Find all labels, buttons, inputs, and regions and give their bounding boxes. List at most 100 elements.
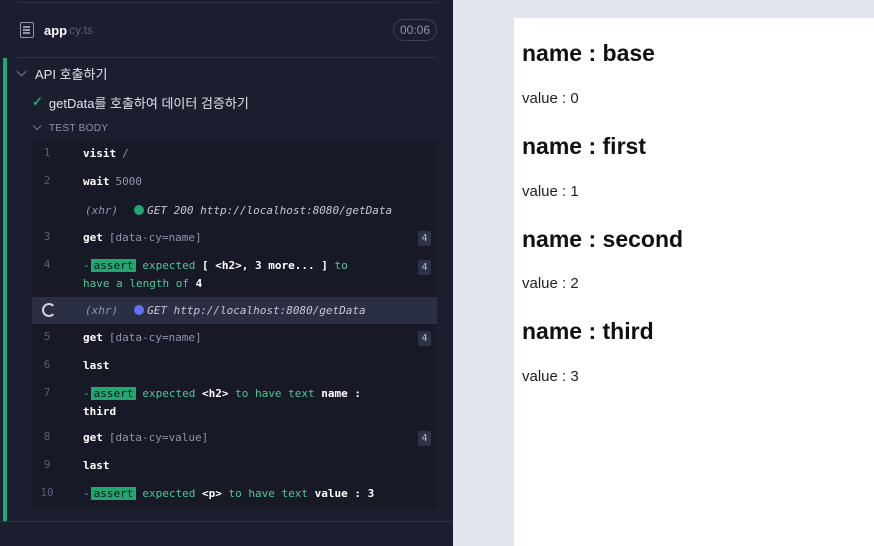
chevron-down-icon: [32, 121, 42, 131]
divider: [17, 57, 437, 58]
xhr-pending-row[interactable]: (xhr) GET http://localhost:8080/getData: [32, 297, 437, 324]
suite-title-row[interactable]: API 호출하기: [16, 62, 108, 84]
command-number: 7: [43, 386, 51, 399]
assert-text: expected: [142, 487, 196, 500]
assert-dash: -: [83, 259, 90, 272]
command-name: get: [83, 431, 103, 444]
element-count-badge: 4: [418, 331, 431, 346]
item-value: value : 1: [522, 183, 579, 200]
status-dot-icon: [134, 305, 145, 315]
test-title-row[interactable]: ✓ getData를 호출하여 데이터 검증하기: [32, 91, 249, 113]
list-item: value : 0: [522, 90, 579, 107]
document-icon: [20, 22, 34, 38]
assert-text: to: [334, 259, 348, 272]
command-name: get: [83, 231, 103, 244]
list-item: name : third: [522, 318, 654, 345]
command-name: wait: [83, 175, 110, 188]
assert-tag: assert: [90, 387, 137, 400]
test-title: getData를 호출하여 데이터 검증하기: [48, 95, 249, 111]
assert-subject: [ <h2>, 3 more... ]: [201, 259, 328, 272]
command-number: 9: [43, 458, 51, 471]
command-row[interactable]: 9 last: [32, 457, 437, 475]
spec-name: app: [44, 22, 68, 38]
item-name: name : third: [522, 318, 654, 344]
assert-text: have a length of: [83, 277, 189, 290]
command-name: visit: [83, 147, 117, 160]
item-name: name : second: [522, 226, 684, 252]
run-duration: 00:06: [392, 19, 437, 41]
assert-value: name :: [321, 387, 361, 400]
command-row[interactable]: 5 get [data-cy=name] 4: [32, 329, 437, 347]
command-number: 4: [43, 258, 51, 271]
assert-tag: assert: [90, 259, 137, 272]
element-count-badge: 4: [418, 231, 431, 246]
command-message: /: [122, 147, 129, 160]
xhr-label: (xhr): [85, 204, 119, 217]
assert-row[interactable]: 10 - assert expected <p> to have text valu…: [32, 485, 437, 503]
xhr-request: GET http://localhost:8080/getData: [147, 304, 366, 317]
assert-row[interactable]: 7 - assert expected <h2> to have text name…: [32, 385, 437, 421]
list-item: value : 2: [522, 275, 579, 292]
assert-subject: <h2>: [201, 387, 229, 400]
assert-dash: -: [83, 487, 90, 500]
spec-header[interactable]: app cy.ts 00:06: [17, 15, 437, 45]
command-row[interactable]: 2 wait 5000: [32, 173, 437, 191]
status-dot-icon: [134, 205, 145, 215]
command-log: 1 visit / 2 wait 5000 (xhr) GET 200 http://…: [32, 141, 437, 509]
command-number: 10: [40, 486, 54, 499]
runner-panel: app cy.ts 00:06 API 호출하기 ✓ getData를 호출하여…: [0, 0, 453, 546]
assert-text: to have text: [228, 487, 308, 500]
assert-text: expected: [142, 259, 196, 272]
item-value: value : 2: [522, 275, 579, 292]
assert-row[interactable]: 4 - assert expected [ <h2>, 3 more... ] to…: [32, 257, 437, 293]
command-name: last: [83, 459, 110, 472]
command-message: [data-cy=value]: [108, 431, 209, 444]
suite-title: API 호출하기: [35, 66, 108, 82]
divider: [17, 2, 437, 3]
test-body-toggle[interactable]: TEST BODY: [32, 119, 108, 137]
command-row[interactable]: 1 visit /: [32, 145, 437, 163]
list-item: value : 3: [522, 368, 579, 385]
element-count-badge: 4: [418, 260, 431, 275]
element-count-badge: 4: [418, 431, 431, 446]
command-row[interactable]: 3 get [data-cy=name] 4: [32, 229, 437, 247]
assert-text: to have text: [235, 387, 315, 400]
xhr-row[interactable]: (xhr) GET 200 http://localhost:8080/getDa…: [32, 202, 437, 220]
command-number: 2: [43, 174, 51, 187]
check-icon: ✓: [32, 94, 43, 109]
item-value: value : 0: [522, 90, 579, 107]
command-message: [data-cy=name]: [108, 231, 202, 244]
command-name: get: [83, 331, 103, 344]
xhr-request: GET 200 http://localhost:8080/getData: [147, 204, 393, 217]
assert-value: value : 3: [314, 487, 375, 500]
app-preview: name : base value : 0 name : first value…: [453, 0, 874, 546]
item-value: value : 3: [522, 368, 579, 385]
command-name: last: [83, 359, 110, 372]
app-iframe: name : base value : 0 name : first value…: [514, 18, 874, 546]
list-item: name : second: [522, 226, 683, 253]
command-number: 1: [43, 146, 51, 159]
command-number: 5: [43, 330, 51, 343]
command-number: 3: [43, 230, 51, 243]
list-item: name : first: [522, 133, 646, 160]
command-number: 6: [43, 358, 51, 371]
command-row[interactable]: 6 last: [32, 357, 437, 375]
divider: [0, 521, 453, 522]
assert-subject: <p>: [201, 487, 222, 500]
chevron-down-icon: [16, 66, 27, 76]
assert-value: 4: [195, 277, 203, 290]
assert-text: expected: [142, 387, 196, 400]
pass-indicator-bar: [3, 58, 7, 521]
command-number: 8: [43, 430, 51, 443]
assert-tag: assert: [90, 487, 137, 500]
assert-value: third: [83, 405, 117, 418]
xhr-label: (xhr): [85, 304, 119, 317]
list-item: name : base: [522, 40, 655, 67]
item-name: name : first: [522, 133, 646, 159]
spec-extension: cy.ts: [69, 23, 93, 37]
assert-dash: -: [83, 387, 90, 400]
command-row[interactable]: 8 get [data-cy=value] 4: [32, 429, 437, 447]
command-message: 5000: [115, 175, 143, 188]
list-item: value : 1: [522, 183, 579, 200]
item-name: name : base: [522, 40, 655, 66]
